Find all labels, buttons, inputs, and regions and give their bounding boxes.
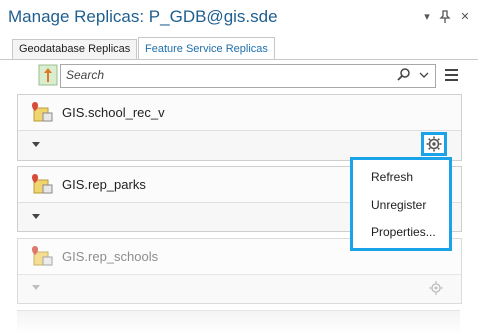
- options-dropdown-icon[interactable]: ▾: [420, 10, 434, 24]
- search-options-chevron-icon[interactable]: [418, 68, 430, 82]
- replica-card-partial: [17, 310, 460, 335]
- pin-icon[interactable]: [438, 10, 452, 24]
- feature-service-icon: [32, 102, 53, 122]
- search-input[interactable]: [60, 64, 436, 88]
- replica-card-header[interactable]: GIS.school_rec_v: [18, 95, 461, 131]
- replica-card: GIS.school_rec_v: [17, 94, 462, 161]
- sort-icon[interactable]: [38, 64, 58, 86]
- replica-name: GIS.rep_parks: [62, 177, 146, 192]
- search-placeholder: Search: [66, 68, 105, 82]
- close-icon[interactable]: ✕: [458, 10, 472, 24]
- search-icon[interactable]: [396, 67, 412, 83]
- context-menu: Refresh Unregister Properties...: [350, 157, 452, 251]
- menu-icon[interactable]: [444, 68, 460, 82]
- expand-chevron-icon[interactable]: [32, 142, 40, 147]
- menu-item-properties[interactable]: Properties...: [371, 225, 436, 239]
- tabs-divider: [0, 59, 478, 60]
- title-bar: Manage Replicas: P_GDB@gis.sde: [0, 0, 478, 34]
- tab-feature-service-replicas[interactable]: Feature Service Replicas: [138, 37, 275, 60]
- expand-chevron-icon[interactable]: [32, 285, 40, 290]
- replica-name: GIS.rep_schools: [62, 249, 159, 264]
- menu-item-unregister[interactable]: Unregister: [371, 198, 426, 212]
- tab-geodatabase-replicas[interactable]: Geodatabase Replicas: [12, 39, 138, 59]
- feature-service-icon: [32, 174, 53, 194]
- menu-item-refresh[interactable]: Refresh: [371, 170, 413, 184]
- replica-name: GIS.school_rec_v: [62, 105, 165, 120]
- replica-settings-gear-icon[interactable]: [421, 132, 447, 156]
- replica-settings-gear-icon[interactable]: [427, 279, 445, 297]
- feature-service-icon: [32, 246, 53, 266]
- window-title: Manage Replicas: P_GDB@gis.sde: [8, 7, 278, 26]
- expand-chevron-icon[interactable]: [32, 214, 40, 219]
